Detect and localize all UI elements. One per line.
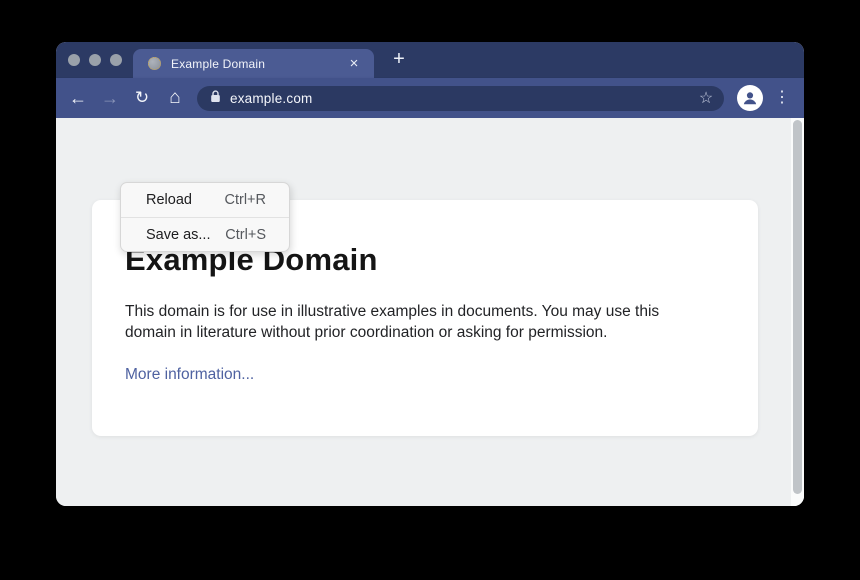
browser-window: Example Domain × + ← → ↻ ⌂ example.com ☆ [56,42,804,506]
profile-avatar[interactable] [737,85,763,111]
page-content: Reload Ctrl+R Save as... Ctrl+S Example … [56,118,804,506]
home-icon[interactable]: ⌂ [163,86,187,110]
more-information-link[interactable]: More information... [125,366,254,384]
tab-close-icon[interactable]: × [346,56,362,72]
paragraph-line: domain in literature without prior coord… [125,322,722,343]
new-tab-button[interactable]: + [386,47,412,73]
traffic-lights [68,54,122,66]
close-window-button[interactable] [68,54,80,66]
paragraph-line: This domain is for use in illustrative e… [125,301,722,322]
menu-item-shortcut: Ctrl+R [225,192,267,208]
browser-menu-icon[interactable]: ⋮ [772,86,792,110]
reload-icon[interactable]: ↻ [130,86,154,110]
screenshot-stage: Example Domain × + ← → ↻ ⌂ example.com ☆ [0,0,860,580]
bookmark-star-icon[interactable]: ☆ [695,87,717,109]
scrollbar-thumb[interactable] [793,120,802,494]
scrollbar-track[interactable] [791,118,804,506]
context-menu: Reload Ctrl+R Save as... Ctrl+S [120,182,290,252]
context-menu-item-save-as[interactable]: Save as... Ctrl+S [121,217,289,251]
page-paragraph: This domain is for use in illustrative e… [125,301,722,343]
minimize-window-button[interactable] [89,54,101,66]
menu-item-label: Reload [146,192,192,208]
forward-icon[interactable]: → [98,86,122,110]
lock-icon [210,90,221,108]
back-icon[interactable]: ← [66,86,90,110]
toolbar: ← → ↻ ⌂ example.com ☆ ⋮ [56,78,804,118]
menu-item-shortcut: Ctrl+S [225,227,266,243]
context-menu-item-reload[interactable]: Reload Ctrl+R [121,183,289,217]
menu-item-label: Save as... [146,227,210,243]
favicon-icon [148,57,161,70]
url-text: example.com [230,91,312,106]
address-bar[interactable]: example.com ☆ [197,86,724,111]
tab-title: Example Domain [171,57,346,71]
zoom-window-button[interactable] [110,54,122,66]
tab-example-domain[interactable]: Example Domain × [133,49,374,78]
person-icon [741,89,759,107]
titlebar: Example Domain × + [56,42,804,78]
